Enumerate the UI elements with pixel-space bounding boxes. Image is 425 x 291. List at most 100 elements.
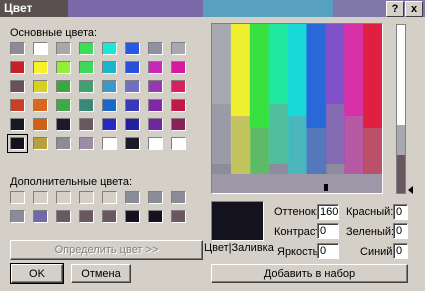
basic-color-swatch[interactable] xyxy=(125,99,140,112)
basic-color-swatch[interactable] xyxy=(102,99,117,112)
basic-color-swatch[interactable] xyxy=(10,99,25,112)
spectrum-graphic xyxy=(212,24,382,193)
custom-color-swatch[interactable] xyxy=(171,210,186,223)
hue-field[interactable]: 160 xyxy=(317,204,339,220)
custom-color-swatch[interactable] xyxy=(148,191,163,204)
cancel-button[interactable]: Отмена xyxy=(71,264,131,283)
custom-color-swatch[interactable] xyxy=(125,210,140,223)
basic-color-swatch[interactable] xyxy=(102,42,117,55)
spectrum-gray-band xyxy=(212,174,382,193)
basic-color-swatch[interactable] xyxy=(56,61,71,74)
basic-color-swatch[interactable] xyxy=(171,99,186,112)
spectrum-muted-band xyxy=(212,104,232,164)
basic-color-swatch[interactable] xyxy=(10,61,25,74)
basic-color-swatch[interactable] xyxy=(102,61,117,74)
basic-color-swatch[interactable] xyxy=(171,137,186,150)
basic-color-swatch[interactable] xyxy=(79,61,94,74)
basic-color-swatch[interactable] xyxy=(125,61,140,74)
color-preview xyxy=(211,201,264,241)
basic-color-swatch[interactable] xyxy=(171,42,186,55)
spectrum-muted-band xyxy=(230,116,251,176)
green-label: Зеленый: xyxy=(346,226,395,238)
blue-field[interactable]: 0 xyxy=(393,243,408,259)
help-button[interactable]: ? xyxy=(386,1,404,17)
basic-color-swatch[interactable] xyxy=(33,118,48,131)
spectrum-muted-band xyxy=(325,104,346,164)
add-to-custom-colors-button[interactable]: Добавить в набор xyxy=(211,264,408,283)
custom-color-swatch[interactable] xyxy=(10,191,25,204)
spectrum-muted-band xyxy=(344,116,365,176)
basic-color-swatch[interactable] xyxy=(79,137,94,150)
spectrum-hue-band xyxy=(306,24,327,128)
custom-color-swatch[interactable] xyxy=(79,210,94,223)
basic-color-swatch[interactable] xyxy=(79,99,94,112)
color-solid-label: Цвет|Заливка xyxy=(204,242,274,254)
basic-color-swatch[interactable] xyxy=(171,118,186,131)
window-title: Цвет xyxy=(4,1,33,15)
custom-color-swatch[interactable] xyxy=(102,191,117,204)
basic-color-swatch[interactable] xyxy=(33,80,48,93)
basic-color-swatch[interactable] xyxy=(148,61,163,74)
basic-color-swatch[interactable] xyxy=(171,61,186,74)
custom-color-swatch[interactable] xyxy=(79,191,94,204)
define-custom-colors-button[interactable]: Определить цвет >> xyxy=(10,240,203,260)
luminosity-slider[interactable] xyxy=(396,24,406,194)
basic-color-swatch[interactable] xyxy=(56,42,71,55)
basic-color-swatch[interactable] xyxy=(7,134,28,153)
basic-color-swatch[interactable] xyxy=(33,99,48,112)
basic-color-swatch[interactable] xyxy=(148,137,163,150)
basic-color-swatch[interactable] xyxy=(79,42,94,55)
basic-color-swatch[interactable] xyxy=(56,80,71,93)
basic-color-swatch[interactable] xyxy=(10,118,25,131)
custom-color-swatch[interactable] xyxy=(33,191,48,204)
spectrum-hue-band xyxy=(249,24,270,128)
basic-color-swatch[interactable] xyxy=(148,42,163,55)
basic-color-swatch[interactable] xyxy=(56,99,71,112)
basic-color-swatch[interactable] xyxy=(33,42,48,55)
title-bar xyxy=(0,0,425,17)
luminosity-label: Яркость: xyxy=(277,246,322,258)
basic-color-swatch[interactable] xyxy=(56,137,71,150)
basic-color-swatch[interactable] xyxy=(148,118,163,131)
basic-color-swatch[interactable] xyxy=(79,118,94,131)
custom-color-swatch[interactable] xyxy=(148,210,163,223)
custom-color-swatch[interactable] xyxy=(56,191,71,204)
spectrum-hue-band xyxy=(363,24,382,128)
basic-color-swatch[interactable] xyxy=(148,80,163,93)
basic-color-swatch[interactable] xyxy=(125,80,140,93)
ok-button[interactable]: OK xyxy=(10,263,64,284)
close-button[interactable]: x xyxy=(405,1,423,17)
basic-color-swatch[interactable] xyxy=(79,80,94,93)
custom-color-swatch[interactable] xyxy=(10,210,25,223)
spectrum-hue-band xyxy=(344,24,365,116)
basic-color-swatch[interactable] xyxy=(148,99,163,112)
basic-color-swatch[interactable] xyxy=(102,137,117,150)
spectrum-hue-band xyxy=(230,24,251,116)
spectrum-muted-band xyxy=(287,116,308,176)
color-spectrum[interactable] xyxy=(211,23,383,194)
basic-color-swatch[interactable] xyxy=(102,80,117,93)
red-label: Красный: xyxy=(346,206,394,218)
saturation-field[interactable]: 0 xyxy=(317,223,339,239)
custom-color-swatch[interactable] xyxy=(102,210,117,223)
red-field[interactable]: 0 xyxy=(393,204,408,220)
luminosity-arrow-icon[interactable] xyxy=(408,186,413,194)
custom-color-swatch[interactable] xyxy=(171,191,186,204)
basic-color-swatch[interactable] xyxy=(56,118,71,131)
basic-color-swatch[interactable] xyxy=(171,80,186,93)
basic-color-swatch[interactable] xyxy=(102,118,117,131)
basic-color-swatch[interactable] xyxy=(125,137,140,150)
green-field[interactable]: 0 xyxy=(393,223,408,239)
basic-color-swatch[interactable] xyxy=(33,137,48,150)
luminosity-field[interactable]: 0 xyxy=(317,243,339,259)
basic-color-swatch[interactable] xyxy=(10,42,25,55)
basic-color-swatch[interactable] xyxy=(33,61,48,74)
custom-color-swatch[interactable] xyxy=(56,210,71,223)
custom-colors-label: Дополнительные цвета: xyxy=(10,176,132,188)
basic-color-swatch[interactable] xyxy=(125,118,140,131)
basic-color-swatch[interactable] xyxy=(10,80,25,93)
custom-color-swatch[interactable] xyxy=(125,191,140,204)
custom-color-swatch[interactable] xyxy=(33,210,48,223)
basic-color-swatch[interactable] xyxy=(125,42,140,55)
spectrum-hue-band xyxy=(325,24,346,104)
